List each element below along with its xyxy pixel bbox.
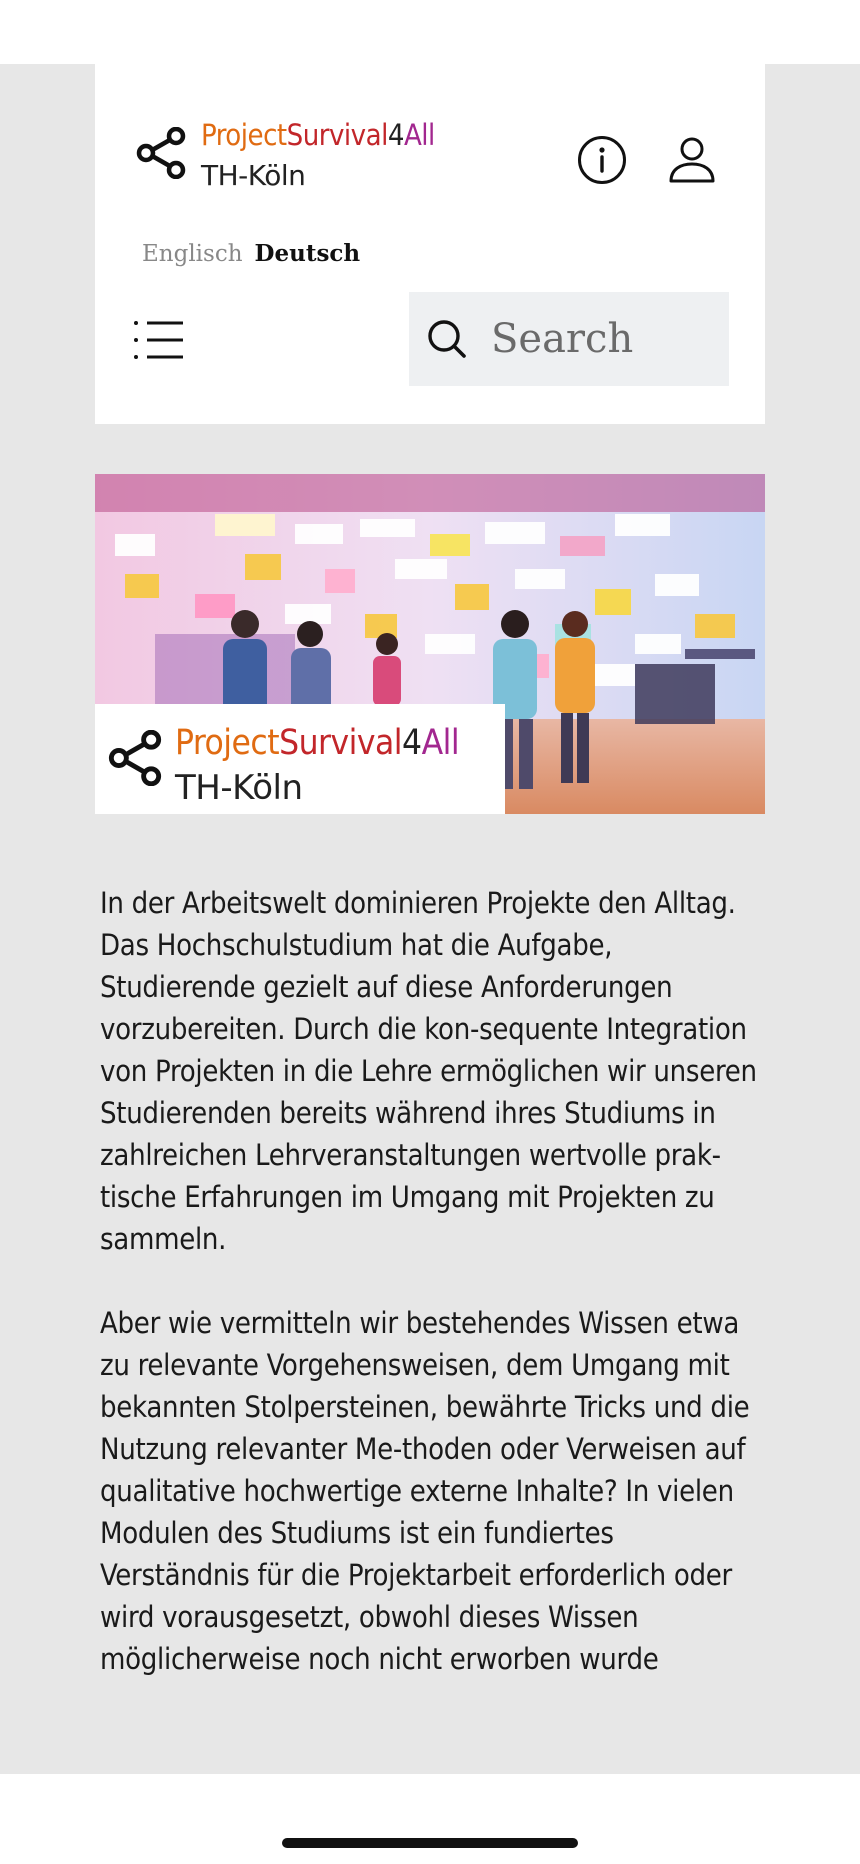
search-input[interactable] <box>491 316 711 362</box>
page-background: ProjectSurvival4All TH-Köln Englisch Deut… <box>0 64 860 1774</box>
hero-brand-name: ProjectSurvival4All <box>175 723 460 763</box>
intro-text: In der Arbeitswelt dominieren Projekte d… <box>100 882 770 1722</box>
brand-part-project: Project <box>175 723 280 763</box>
brand-name: ProjectSurvival4All <box>201 121 435 150</box>
search-box[interactable] <box>409 292 729 386</box>
language-english[interactable]: Englisch <box>142 241 243 267</box>
intro-paragraph-1: In der Arbeitswelt dominieren Projekte d… <box>100 886 757 1256</box>
hero-logo: ProjectSurvival4All TH-Köln <box>95 704 505 814</box>
language-switcher: Englisch Deutsch <box>142 240 360 267</box>
status-bar <box>0 0 860 64</box>
site-header: ProjectSurvival4All TH-Köln Englisch Deut… <box>95 64 765 424</box>
home-indicator[interactable] <box>282 1838 578 1848</box>
brand-part-all: All <box>403 118 435 152</box>
hero-university-name: TH-Köln <box>175 768 303 808</box>
share-icon <box>108 730 162 786</box>
share-icon <box>136 127 186 179</box>
brand-part-survival: Survival <box>286 118 389 152</box>
site-logo[interactable]: ProjectSurvival4All TH-Köln <box>135 121 435 190</box>
search-icon[interactable] <box>425 317 469 361</box>
user-icon[interactable] <box>667 135 717 185</box>
intro-paragraph-2: Aber wie vermitteln wir bestehendes Wiss… <box>100 1306 750 1676</box>
hero-banner: ProjectSurvival4All TH-Köln <box>95 474 765 814</box>
brand-part-four: 4 <box>402 723 422 763</box>
language-german[interactable]: Deutsch <box>255 240 361 267</box>
brand-part-project: Project <box>201 118 287 152</box>
brand-part-all: All <box>421 723 460 763</box>
bottom-bar <box>0 1774 860 1864</box>
brand-part-survival: Survival <box>279 723 403 763</box>
brand-part-four: 4 <box>387 118 405 152</box>
menu-icon[interactable] <box>133 319 185 361</box>
university-name: TH-Köln <box>201 159 306 192</box>
info-icon[interactable] <box>577 135 627 185</box>
